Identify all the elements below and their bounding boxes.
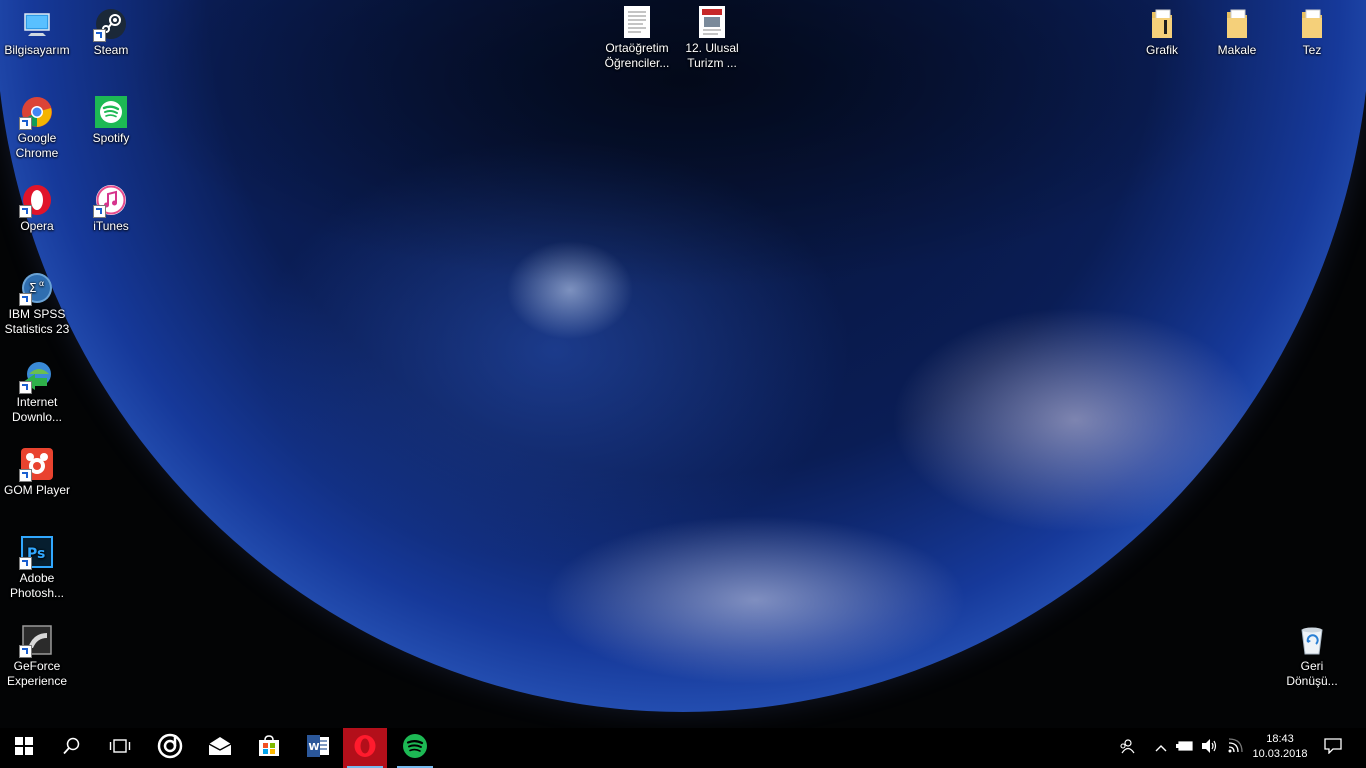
task-view-button[interactable]	[96, 728, 144, 768]
desktop-icon-gom-player[interactable]: GOM Player	[0, 448, 74, 498]
taskbar-store[interactable]	[245, 728, 293, 768]
shortcut-arrow-icon	[19, 205, 32, 218]
icon-label: Internet Downlo...	[11, 395, 63, 424]
icon-label: Spotify	[92, 131, 130, 145]
icon-label: Grafik	[1145, 43, 1178, 57]
itunes-icon	[93, 184, 127, 218]
desktop-icon-recycle-bin[interactable]: Geri Dönüşü...	[1275, 624, 1349, 689]
icon-label: Ortaöğretim Öğrenciler...	[604, 41, 670, 70]
desktop-icon-itunes[interactable]: iTunes	[74, 184, 148, 234]
shortcut-arrow-icon	[19, 469, 32, 482]
icon-label: IBM SPSS Statistics 23	[4, 307, 70, 336]
shortcut-arrow-icon	[19, 293, 32, 306]
clock[interactable]: 18:43 10.03.2018	[1252, 728, 1308, 768]
wifi-icon	[1227, 737, 1245, 759]
taskbar-spotify[interactable]	[393, 728, 437, 768]
desktop-icon-ulusal-turizm-document[interactable]: 12. Ulusal Turizm ...	[675, 6, 749, 71]
chevron-up-icon	[1155, 739, 1167, 757]
icon-label: 12. Ulusal Turizm ...	[685, 41, 739, 70]
desktop-icon-spotify[interactable]: Spotify	[74, 96, 148, 146]
desktop-icon-internet-download-manager[interactable]: Internet Downlo...	[0, 360, 74, 425]
folder-icon	[1221, 8, 1253, 40]
desktop-folder-tez[interactable]: Tez	[1275, 8, 1349, 58]
shortcut-arrow-icon	[19, 381, 32, 394]
spss-icon: Σα	[19, 272, 53, 306]
battery-button[interactable]	[1174, 728, 1196, 768]
desktop-wallpaper	[0, 0, 1366, 728]
desktop-icon-google-chrome[interactable]: Google Chrome	[0, 96, 74, 161]
icon-label: GOM Player	[3, 483, 70, 497]
shortcut-arrow-icon	[19, 117, 32, 130]
photoshop-icon: Ps	[19, 536, 53, 570]
shortcut-arrow-icon	[93, 205, 106, 218]
gom-player-icon	[19, 448, 53, 482]
icon-label: Steam	[93, 43, 129, 57]
groove-music-icon	[157, 733, 183, 764]
desktop-icon-geforce-experience[interactable]: GeForce Experience	[0, 624, 74, 689]
search-button[interactable]	[48, 728, 96, 768]
taskbar-opera[interactable]	[343, 728, 387, 768]
shortcut-arrow-icon	[93, 29, 106, 42]
icon-label: Opera	[20, 219, 54, 233]
opera-icon	[353, 734, 377, 763]
word-icon: W	[306, 734, 330, 762]
taskbar-word[interactable]: W	[294, 728, 342, 768]
folder-icon	[1296, 8, 1328, 40]
geforce-experience-icon	[19, 624, 53, 658]
mail-icon	[208, 736, 232, 761]
internet-download-manager-icon	[19, 360, 53, 394]
desktop-folder-grafik[interactable]: Grafik	[1125, 8, 1199, 58]
svg-text:W: W	[309, 742, 320, 753]
icon-label: Makale	[1217, 43, 1257, 57]
clock-date: 10.03.2018	[1252, 748, 1308, 760]
battery-icon	[1176, 739, 1194, 757]
steam-icon	[93, 8, 127, 42]
clock-time: 18:43	[1266, 733, 1294, 745]
people-button[interactable]	[1114, 728, 1140, 768]
taskbar-groove-music[interactable]	[146, 728, 194, 768]
icon-label: iTunes	[93, 219, 129, 233]
folder-icon	[1146, 8, 1178, 40]
speaker-icon	[1201, 738, 1219, 759]
shortcut-arrow-icon	[19, 645, 32, 658]
search-icon	[63, 737, 81, 760]
store-icon	[258, 734, 280, 762]
desktop-icon-ibm-spss[interactable]: Σα IBM SPSS Statistics 23	[0, 272, 74, 337]
show-hidden-icons-button[interactable]	[1150, 728, 1172, 768]
icon-label: Bilgisayarım	[4, 43, 70, 57]
desktop-icon-adobe-photoshop[interactable]: Ps Adobe Photosh...	[0, 536, 74, 601]
desktop-icon-ortaogretim-document[interactable]: Ortaöğretim Öğrenciler...	[600, 6, 674, 71]
notification-icon	[1324, 737, 1342, 759]
icon-label: GeForce Experience	[6, 659, 68, 688]
shortcut-arrow-icon	[19, 557, 32, 570]
start-button[interactable]	[0, 728, 48, 768]
opera-icon	[19, 184, 53, 218]
spotify-icon	[95, 96, 127, 128]
desktop-icon-bilgisayarim[interactable]: Bilgisayarım	[0, 8, 74, 58]
people-icon	[1119, 738, 1135, 759]
taskbar-mail[interactable]	[196, 728, 244, 768]
spotify-icon	[402, 733, 428, 764]
svg-text:α: α	[39, 279, 44, 288]
recycle-bin-icon	[1296, 624, 1328, 656]
taskbar: W 18:43 10.03.2018	[0, 728, 1366, 768]
document-icon	[621, 6, 653, 38]
windows-start-icon	[15, 736, 33, 760]
document-icon	[696, 6, 728, 38]
computer-icon	[21, 8, 53, 40]
icon-label: Adobe Photosh...	[9, 571, 65, 600]
desktop-folder-makale[interactable]: Makale	[1200, 8, 1274, 58]
icon-label: Tez	[1302, 43, 1322, 57]
action-center-button[interactable]	[1316, 728, 1350, 768]
network-button[interactable]	[1224, 728, 1248, 768]
icon-label: Google Chrome	[15, 131, 59, 160]
chrome-icon	[19, 96, 53, 130]
desktop-icon-steam[interactable]: Steam	[74, 8, 148, 58]
desktop-icon-opera[interactable]: Opera	[0, 184, 74, 234]
task-view-icon	[109, 738, 131, 759]
volume-button[interactable]	[1198, 728, 1222, 768]
icon-label: Geri Dönüşü...	[1286, 659, 1338, 688]
